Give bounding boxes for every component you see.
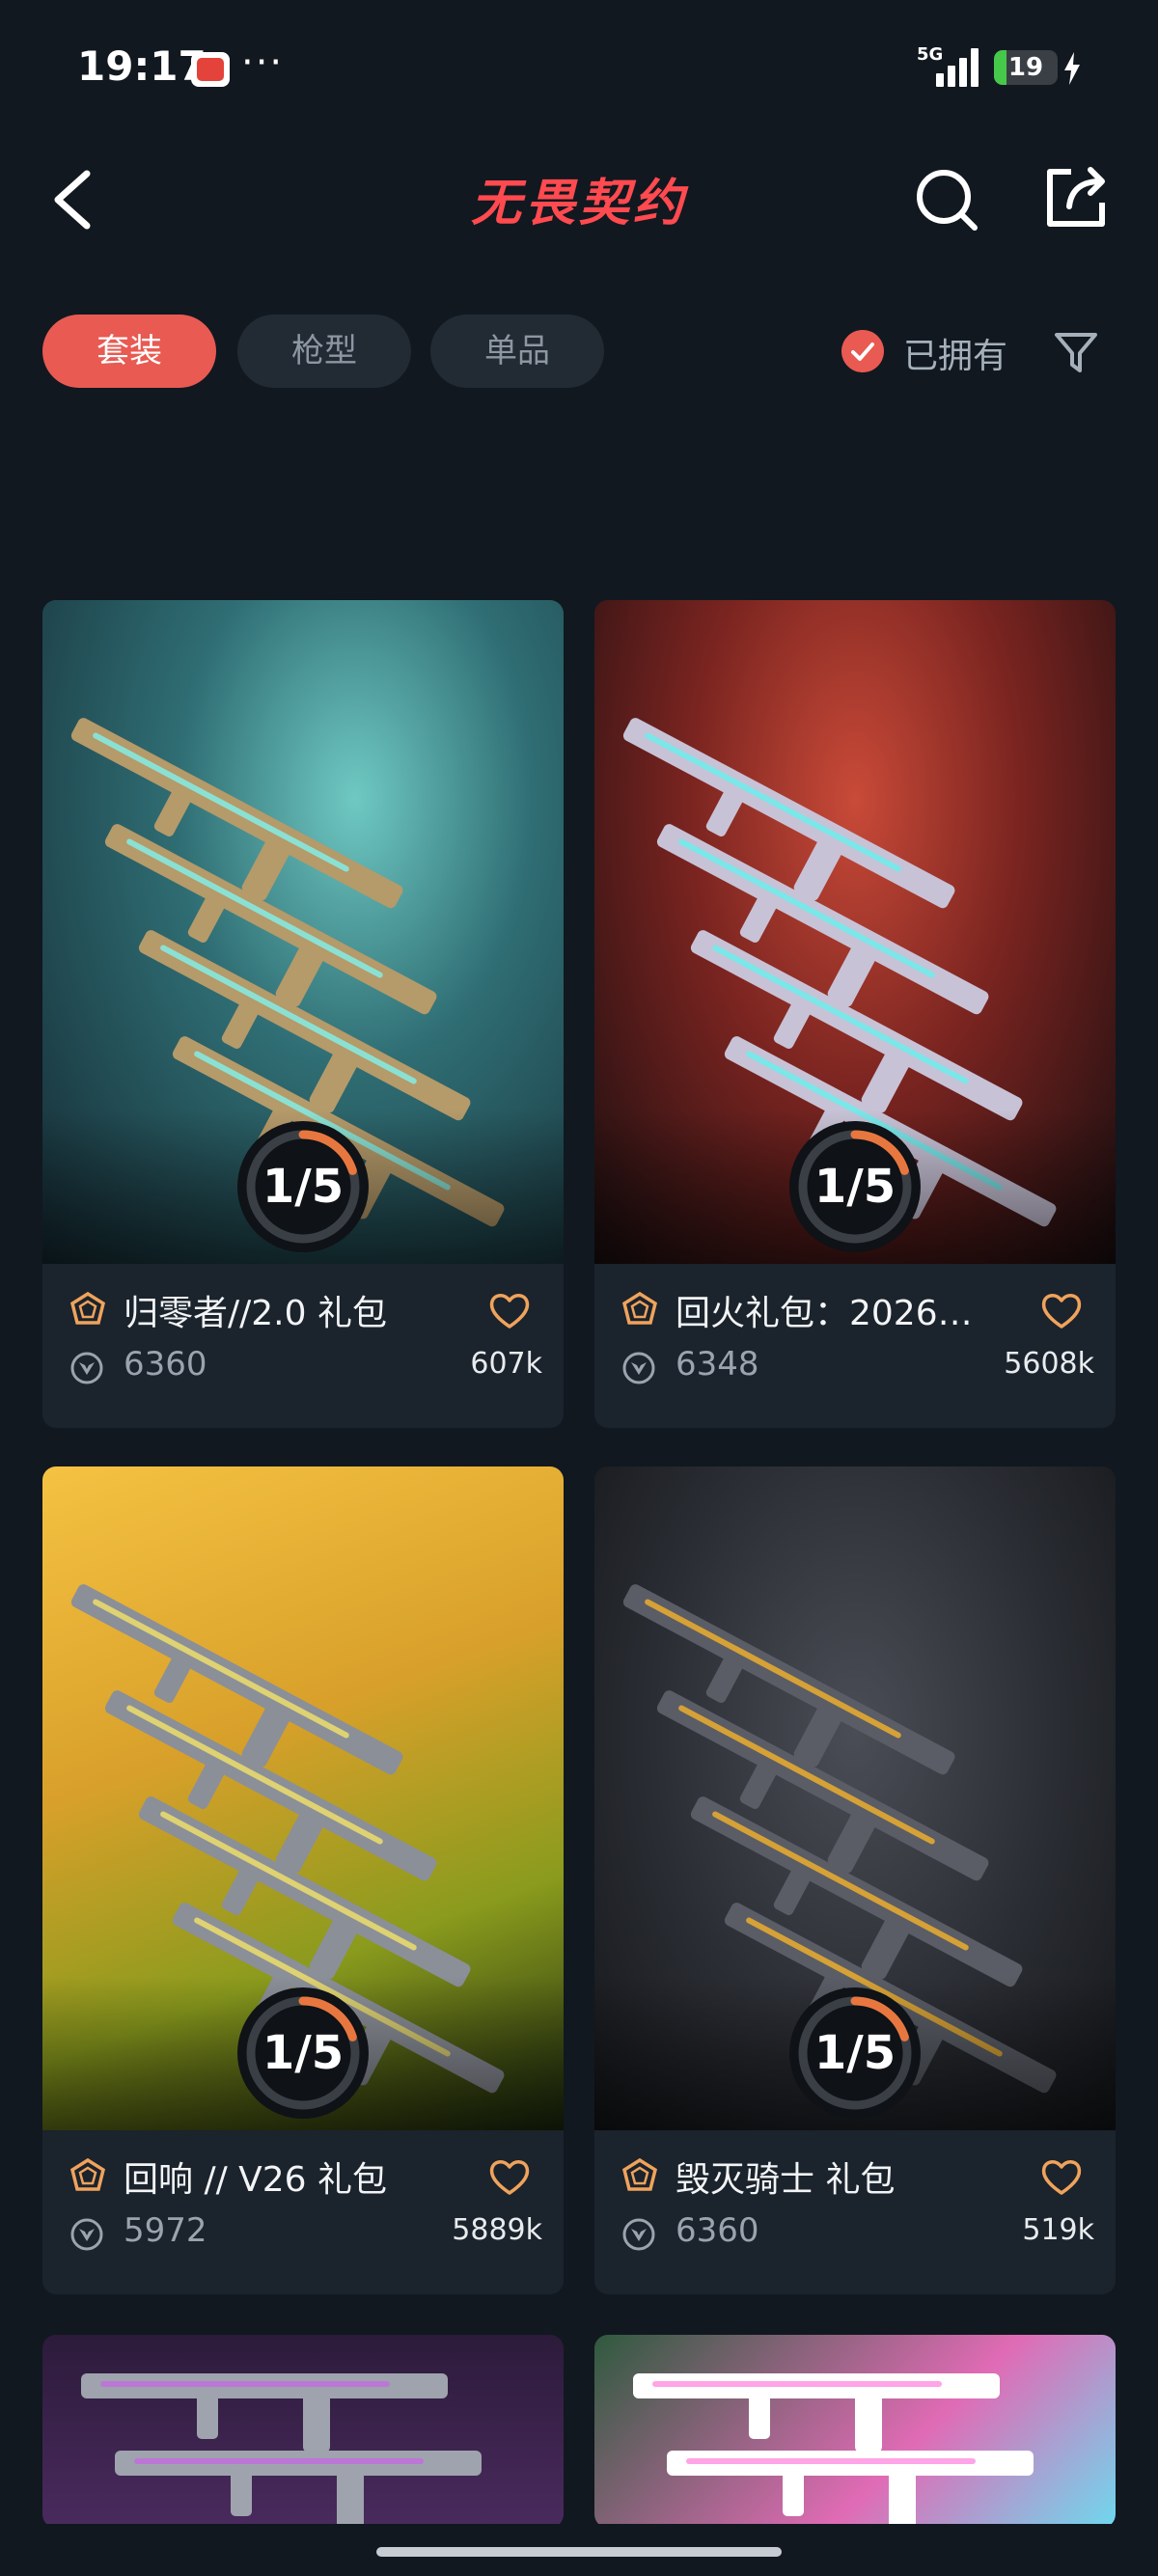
currency-icon xyxy=(622,2218,655,2251)
progress-label: 1/5 xyxy=(262,1160,345,1214)
rank-icon xyxy=(69,2157,106,2191)
bundle-info: 回响 // V26 礼包 5972 5889k xyxy=(42,2130,564,2294)
like-count: 5608k xyxy=(1004,1347,1094,1381)
bundle-card[interactable] xyxy=(42,2335,564,2524)
news-app-icon xyxy=(191,52,230,87)
progress-label: 1/5 xyxy=(813,1160,896,1214)
bundle-card[interactable]: 回响 // V26 礼包 5972 5889k 1/5 xyxy=(42,1466,564,2294)
app-header: 无畏契约 xyxy=(0,135,1158,260)
bundle-info: 归零者//2.0 礼包 6360 607k xyxy=(42,1264,564,1428)
rank-icon xyxy=(621,2157,658,2191)
filter-bar: 套装 枪型 单品 已拥有 xyxy=(0,311,1158,390)
like-count: 5889k xyxy=(452,2213,542,2247)
bundle-card[interactable]: 归零者//2.0 礼包 6360 607k 1/5 xyxy=(42,600,564,1428)
bundle-info: 回火礼包：2026… 6348 5608k xyxy=(594,1264,1116,1428)
tab-weapon-type[interactable]: 枪型 xyxy=(237,315,411,388)
charging-icon xyxy=(1064,52,1080,85)
owned-checkbox[interactable] xyxy=(841,330,884,372)
home-indicator[interactable] xyxy=(376,2547,782,2557)
page-title: 无畏契约 xyxy=(470,175,687,233)
bundle-title: 毁灭骑士 礼包 xyxy=(676,2160,896,2200)
like-count: 519k xyxy=(1022,2213,1094,2247)
bundle-card[interactable] xyxy=(594,2335,1116,2524)
rank-icon xyxy=(621,1291,658,1325)
bundle-artwork xyxy=(633,2373,1034,2524)
like-count: 607k xyxy=(470,1347,542,1381)
bundle-title: 回响 // V26 礼包 xyxy=(124,2160,388,2200)
bundle-artwork xyxy=(81,2373,482,2524)
currency-icon xyxy=(622,1352,655,1384)
collection-progress: 1/5 xyxy=(787,1986,923,2121)
bundle-card[interactable]: 回火礼包：2026… 6348 5608k 1/5 xyxy=(594,600,1116,1428)
bundle-title: 回火礼包：2026… xyxy=(676,1294,973,1333)
bundle-grid: 多弥尔的复仇 礼包63601111k光荣异象 礼包63601779k归零者//2… xyxy=(0,436,1158,2524)
collection-progress: 1/5 xyxy=(787,1119,923,1254)
heart-icon[interactable] xyxy=(1040,1291,1083,1329)
progress-label: 1/5 xyxy=(262,2026,345,2080)
bundle-info: 毁灭骑士 礼包 6360 519k xyxy=(594,2130,1116,2294)
collection-progress: 1/5 xyxy=(235,1986,371,2121)
battery-level: 19 xyxy=(1007,53,1044,82)
more-notifications-icon: ··· xyxy=(241,41,285,85)
bundle-price: 6360 xyxy=(124,1345,207,1384)
status-time: 19:17 xyxy=(77,42,207,90)
signal-icon: 5G xyxy=(917,44,984,87)
share-icon[interactable] xyxy=(1042,164,1110,232)
owned-filter-label[interactable]: 已拥有 xyxy=(903,328,1007,378)
bundle-image xyxy=(594,2335,1116,2524)
bundle-image xyxy=(42,2335,564,2524)
currency-icon xyxy=(70,1352,103,1384)
bundle-price: 6348 xyxy=(676,1345,759,1384)
bundle-price: 6360 xyxy=(676,2211,759,2250)
currency-icon xyxy=(70,2218,103,2251)
filter-icon[interactable] xyxy=(1052,328,1100,376)
tab-single-items[interactable]: 单品 xyxy=(430,315,604,388)
tab-bundles[interactable]: 套装 xyxy=(42,315,216,388)
network-type: 5G xyxy=(917,44,944,65)
progress-label: 1/5 xyxy=(813,2026,896,2080)
heart-icon[interactable] xyxy=(488,2157,531,2196)
battery-icon: 19 xyxy=(994,50,1058,85)
bundle-card[interactable]: 毁灭骑士 礼包 6360 519k 1/5 xyxy=(594,1466,1116,2294)
search-icon[interactable] xyxy=(913,166,980,233)
rank-icon xyxy=(69,1291,106,1325)
status-bar: 19:17 ··· 5G 19 xyxy=(0,0,1158,135)
heart-icon[interactable] xyxy=(488,1291,531,1329)
bundle-price: 5972 xyxy=(124,2211,207,2250)
collection-progress: 1/5 xyxy=(235,1119,371,1254)
heart-icon[interactable] xyxy=(1040,2157,1083,2196)
bundle-title: 归零者//2.0 礼包 xyxy=(124,1294,387,1333)
